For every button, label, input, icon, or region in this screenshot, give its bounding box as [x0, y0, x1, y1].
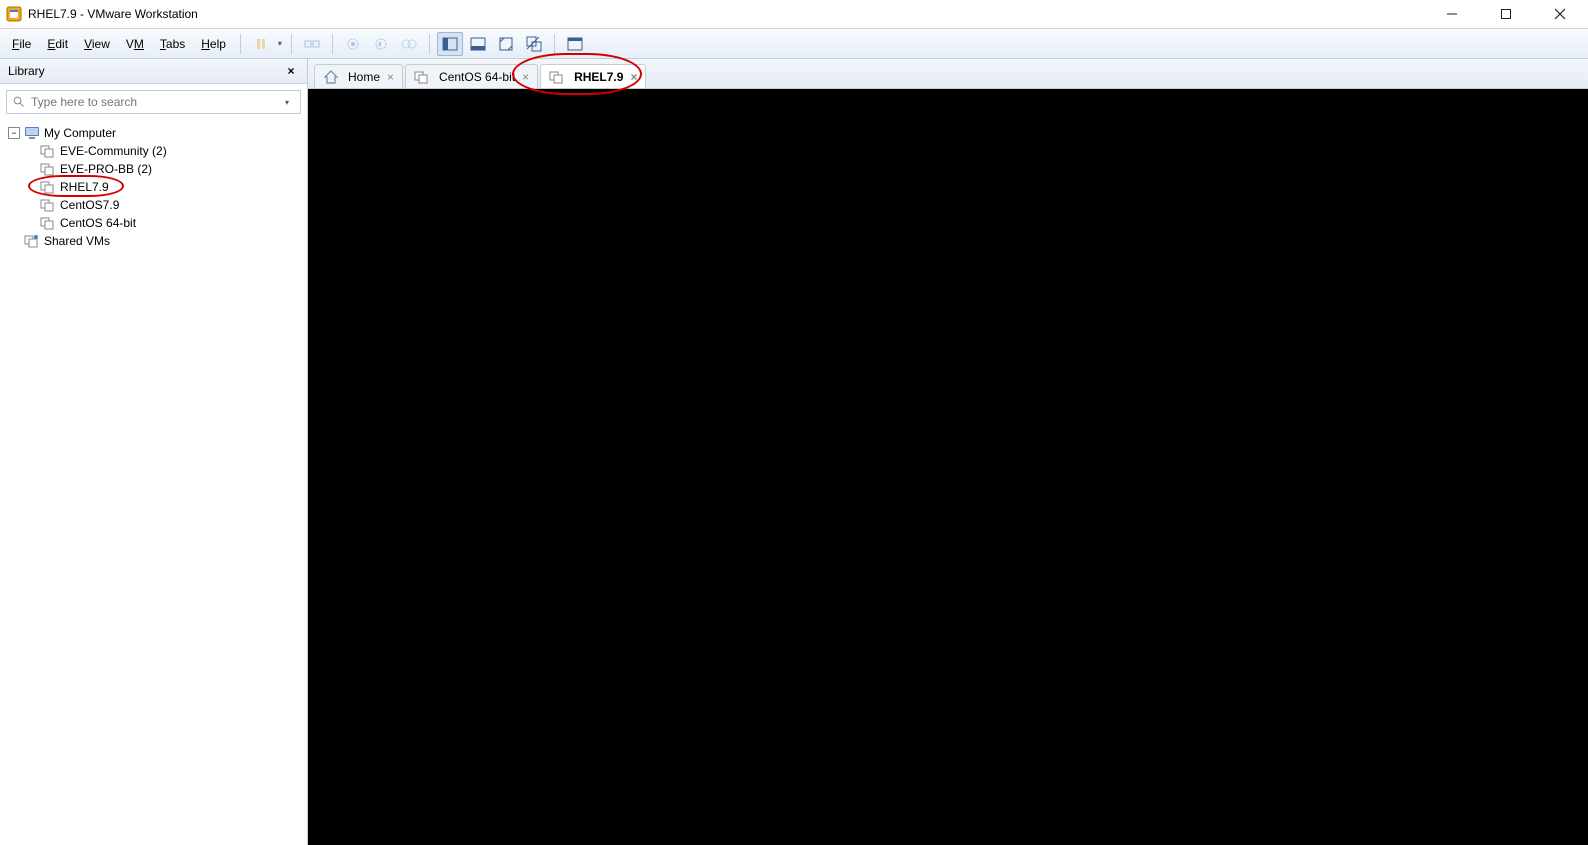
pause-dropdown[interactable]: ▾: [275, 39, 285, 48]
separator: [291, 34, 292, 54]
close-library-button[interactable]: ×: [283, 63, 299, 79]
pause-button[interactable]: [248, 32, 274, 56]
menu-tabs[interactable]: Tabs: [152, 33, 193, 55]
tab-close-button[interactable]: ×: [522, 70, 529, 84]
tree-label: CentOS 64-bit: [60, 216, 136, 230]
tree-vm-item[interactable]: CentOS 64-bit: [0, 214, 307, 232]
vm-icon: [40, 197, 56, 213]
tab-home[interactable]: Home ×: [314, 64, 403, 88]
search-input[interactable]: [31, 95, 280, 109]
search-icon: [13, 96, 25, 108]
vm-icon: [40, 161, 56, 177]
snapshot-manager-button[interactable]: [396, 32, 422, 56]
tree-my-computer[interactable]: − My Computer: [0, 124, 307, 142]
snapshot-take-button[interactable]: [340, 32, 366, 56]
computer-icon: [24, 125, 40, 141]
maximize-button[interactable]: [1488, 2, 1524, 26]
tabstrip: Home × CentOS 64-bit × RHEL7.9 ×: [308, 59, 1588, 89]
tree-vm-item[interactable]: EVE-Community (2): [0, 142, 307, 160]
collapse-icon[interactable]: −: [8, 127, 20, 139]
menubar: File Edit View VM Tabs Help ▾: [0, 28, 1588, 59]
window-controls: [1434, 2, 1578, 26]
unity-button[interactable]: [521, 32, 547, 56]
tree-vm-item[interactable]: EVE-PRO-BB (2): [0, 160, 307, 178]
tab-centos64[interactable]: CentOS 64-bit ×: [405, 64, 538, 88]
vm-icon: [40, 143, 56, 159]
vm-icon: [549, 69, 565, 85]
menu-help[interactable]: Help: [193, 33, 234, 55]
tree-label: EVE-Community (2): [60, 144, 167, 158]
thumbnail-bar-button[interactable]: [465, 32, 491, 56]
show-library-button[interactable]: [437, 32, 463, 56]
tab-label: RHEL7.9: [574, 70, 623, 84]
tree-label: My Computer: [44, 126, 116, 140]
tab-rhel79[interactable]: RHEL7.9 ×: [540, 64, 646, 88]
console-view-button[interactable]: [562, 32, 588, 56]
separator: [332, 34, 333, 54]
vm-tree: − My Computer EVE-Community (2) EVE-PRO-…: [0, 120, 307, 254]
tree-shared-vms[interactable]: Shared VMs: [0, 232, 307, 250]
app-icon: [6, 6, 22, 22]
home-icon: [323, 69, 339, 85]
vm-icon: [414, 69, 430, 85]
vm-console-view[interactable]: [308, 89, 1588, 845]
separator: [554, 34, 555, 54]
close-button[interactable]: [1542, 2, 1578, 26]
library-sidebar: Library × ▾ − My Computer EVE-Community …: [0, 59, 308, 845]
tab-close-button[interactable]: ×: [630, 70, 637, 84]
menu-edit[interactable]: Edit: [39, 33, 76, 55]
vm-icon: [40, 215, 56, 231]
separator: [240, 34, 241, 54]
shared-vms-icon: [24, 233, 40, 249]
tab-close-button[interactable]: ×: [387, 70, 394, 84]
menu-view[interactable]: View: [76, 33, 118, 55]
window-title: RHEL7.9 - VMware Workstation: [28, 7, 1434, 21]
tab-label: CentOS 64-bit: [439, 70, 515, 84]
separator: [429, 34, 430, 54]
tree-label: Shared VMs: [44, 234, 110, 248]
tree-vm-item[interactable]: CentOS7.9: [0, 196, 307, 214]
tab-label: Home: [348, 70, 380, 84]
minimize-button[interactable]: [1434, 2, 1470, 26]
search-box: ▾: [6, 90, 301, 114]
vm-icon: [40, 179, 56, 195]
menu-vm[interactable]: VM: [118, 33, 152, 55]
tree-label: EVE-PRO-BB (2): [60, 162, 152, 176]
library-title: Library: [8, 64, 283, 78]
tree-vm-rhel79[interactable]: RHEL7.9: [0, 178, 307, 196]
titlebar: RHEL7.9 - VMware Workstation: [0, 0, 1588, 28]
search-dropdown[interactable]: ▾: [280, 98, 294, 107]
send-cad-button[interactable]: [299, 32, 325, 56]
menu-file[interactable]: File: [4, 33, 39, 55]
main-area: Home × CentOS 64-bit × RHEL7.9 ×: [308, 59, 1588, 845]
snapshot-revert-button[interactable]: [368, 32, 394, 56]
tree-label: RHEL7.9: [60, 180, 109, 194]
tree-label: CentOS7.9: [60, 198, 119, 212]
library-header: Library ×: [0, 59, 307, 84]
fullscreen-button[interactable]: [493, 32, 519, 56]
